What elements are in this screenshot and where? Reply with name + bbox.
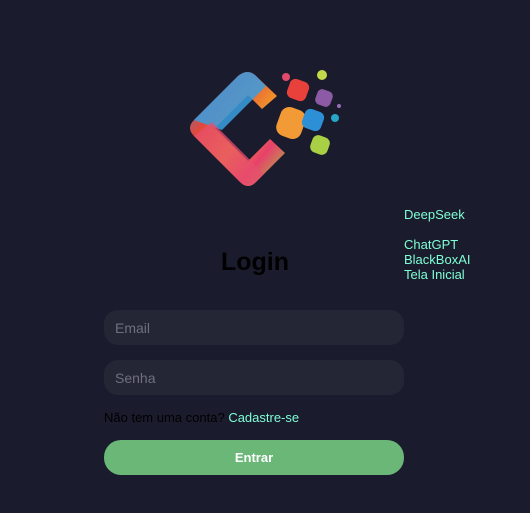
login-page: DeepSeek ChatGPT BlackBoxAI Tela Inicial…: [0, 0, 530, 513]
signup-link[interactable]: Cadastre-se: [228, 410, 299, 425]
nav-link-deepseek[interactable]: DeepSeek: [404, 207, 470, 222]
email-input[interactable]: [104, 310, 404, 345]
no-account-text: Não tem uma conta?: [104, 410, 225, 425]
password-input[interactable]: [104, 360, 404, 395]
signup-prompt: Não tem uma conta? Cadastre-se: [104, 410, 299, 425]
page-title: Login: [220, 248, 290, 276]
app-logo: [190, 70, 341, 186]
login-button[interactable]: Entrar: [104, 440, 404, 475]
